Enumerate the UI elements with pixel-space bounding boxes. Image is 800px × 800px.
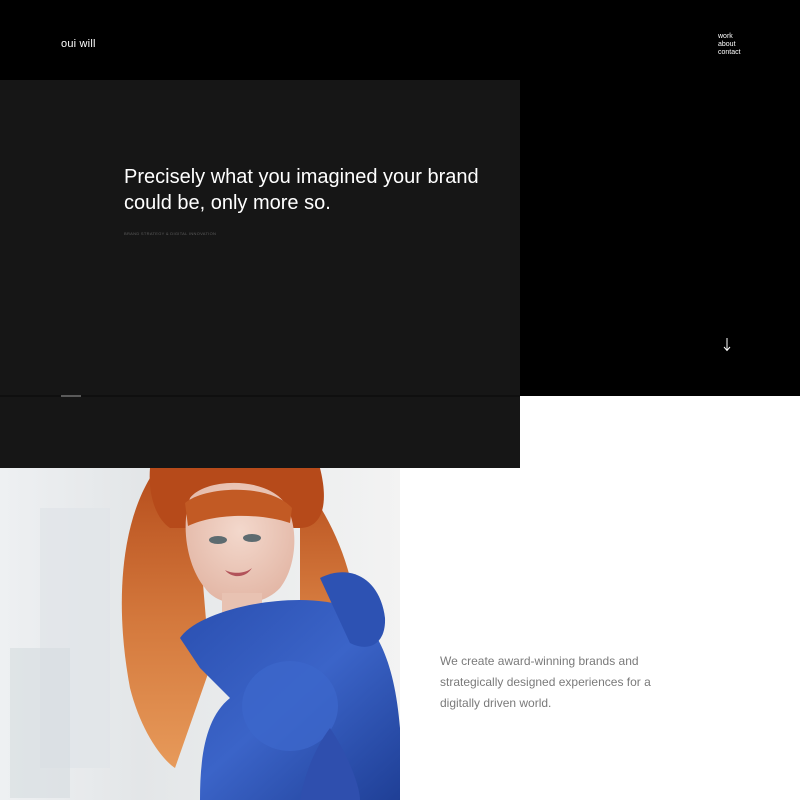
nav-item-contact[interactable]: contact (718, 49, 741, 57)
hero-slide-panel (0, 80, 520, 468)
hero-tagline: BRAND STRATEGY & DIGITAL INNOVATION (124, 231, 217, 236)
main-nav: work about contact (718, 33, 741, 57)
nav-item-about[interactable]: about (718, 41, 741, 49)
nav-item-work[interactable]: work (718, 33, 741, 41)
site-logo[interactable]: oui will (61, 38, 96, 50)
arrow-down-icon[interactable] (720, 336, 734, 354)
hero-headline: Precisely what you imagined your brand c… (124, 166, 479, 214)
slide-indicator[interactable] (61, 395, 81, 397)
intro-statement: We create award-winning brands and strat… (440, 654, 651, 710)
hero-photo-model (0, 468, 400, 800)
